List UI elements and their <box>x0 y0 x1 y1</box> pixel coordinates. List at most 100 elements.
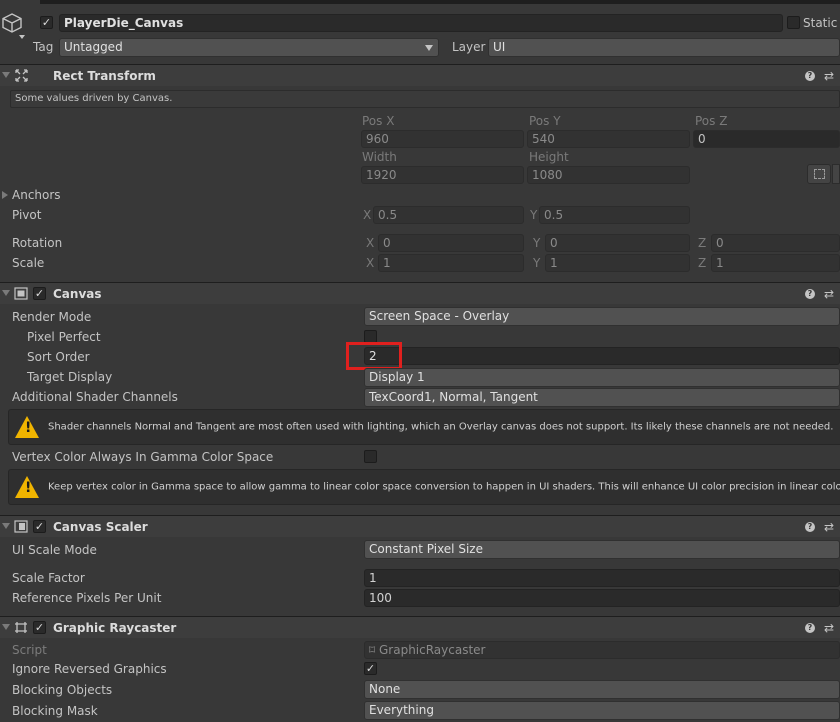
canvas-enabled-checkbox[interactable] <box>33 287 46 300</box>
warning-icon: ! <box>15 416 39 438</box>
pos-y-field: 540 <box>527 130 690 148</box>
settings-sliders-icon[interactable]: ⇄ <box>824 288 834 300</box>
ignore-reversed-checkbox[interactable] <box>364 662 377 675</box>
settings-sliders-icon[interactable]: ⇄ <box>824 521 834 533</box>
layer-value: UI <box>493 40 506 54</box>
rot-x-axis-label: X <box>366 236 375 250</box>
sort-order-highlight-box <box>346 342 402 370</box>
foldout-icon[interactable] <box>2 523 10 529</box>
settings-sliders-icon[interactable]: ⇄ <box>824 70 834 82</box>
scale-x-axis-label: X <box>366 256 375 270</box>
scale-factor-field[interactable]: 1 <box>364 569 840 587</box>
anchors-label[interactable]: Anchors <box>12 187 61 203</box>
help-icon[interactable]: ? <box>805 71 815 81</box>
graphic-raycaster-header[interactable]: Graphic Raycaster ? ⇄ <box>0 616 840 638</box>
canvas-icon <box>14 287 28 303</box>
top-strip <box>40 0 840 4</box>
gameobject-icon-dropdown-icon[interactable] <box>19 35 25 39</box>
blocking-objects-dropdown[interactable]: None <box>364 680 840 699</box>
shader-warning-text: Shader channels Normal and Tangent are m… <box>48 421 834 433</box>
warning-icon: ! <box>15 476 39 498</box>
canvas-title: Canvas <box>53 287 102 301</box>
graphic-raycaster-enabled-checkbox[interactable] <box>33 621 46 634</box>
tag-label: Tag <box>33 40 54 54</box>
gameobject-cube-icon <box>1 12 23 37</box>
raw-edit-button[interactable] <box>832 164 840 184</box>
pos-z-label: Pos Z <box>695 114 728 128</box>
vertex-color-label: Vertex Color Always In Gamma Color Space <box>12 450 274 464</box>
pos-x-label: Pos X <box>362 114 395 128</box>
canvas-scaler-icon <box>14 520 28 536</box>
scale-factor-label: Scale Factor <box>12 571 85 585</box>
height-field: 1080 <box>527 166 690 184</box>
pivot-label: Pivot <box>12 208 42 222</box>
rect-transform-title: Rect Transform <box>53 69 156 83</box>
vertex-color-checkbox[interactable] <box>364 450 377 463</box>
blocking-objects-label: Blocking Objects <box>12 683 113 697</box>
ref-pixels-label: Reference Pixels Per Unit <box>12 591 162 605</box>
script-file-icon: ⌑ <box>369 643 379 657</box>
rot-z-field: 0 <box>711 234 840 252</box>
target-display-label: Target Display <box>27 370 113 384</box>
driven-note-text: Some values driven by Canvas. <box>15 93 173 104</box>
ignore-reversed-label: Ignore Reversed Graphics <box>12 662 167 676</box>
render-mode-dropdown[interactable]: Screen Space - Overlay <box>364 307 840 326</box>
canvas-scaler-header[interactable]: Canvas Scaler ? ⇄ <box>0 515 840 537</box>
ref-pixels-field[interactable]: 100 <box>364 589 840 607</box>
pos-x-field: 960 <box>361 130 524 148</box>
rot-x-field: 0 <box>378 234 524 252</box>
width-field: 1920 <box>361 166 524 184</box>
tag-value: Untagged <box>64 40 123 54</box>
pos-z-field[interactable]: 0 <box>693 130 840 148</box>
anchors-foldout-icon[interactable] <box>2 191 8 199</box>
ui-scale-mode-label: UI Scale Mode <box>12 543 97 557</box>
static-label: Static <box>803 16 838 30</box>
script-field: ⌑ GraphicRaycaster <box>364 641 840 659</box>
rect-transform-header[interactable]: Rect Transform ? ⇄ <box>0 64 840 86</box>
pivot-y-field: 0.5 <box>539 206 690 224</box>
rot-y-field: 0 <box>545 234 690 252</box>
target-display-dropdown[interactable]: Display 1 <box>364 368 840 387</box>
shader-channels-label: Additional Shader Channels <box>12 390 178 404</box>
vertex-warning-text: Keep vertex color in Gamma space to allo… <box>48 481 840 493</box>
layer-dropdown[interactable]: UI <box>488 38 840 57</box>
foldout-icon[interactable] <box>2 624 10 630</box>
rot-y-axis-label: Y <box>533 236 541 250</box>
sort-order-field[interactable]: 2 <box>364 347 840 365</box>
blueprint-icon <box>814 169 825 179</box>
graphic-raycaster-title: Graphic Raycaster <box>53 621 177 635</box>
blueprint-mode-button[interactable] <box>807 164 831 184</box>
gameobject-active-checkbox[interactable] <box>40 16 53 29</box>
pivot-y-axis-label: Y <box>530 208 538 222</box>
tag-dropdown[interactable]: Untagged <box>59 38 439 57</box>
settings-sliders-icon[interactable]: ⇄ <box>824 622 834 634</box>
help-icon[interactable]: ? <box>805 522 815 532</box>
pixel-perfect-label: Pixel Perfect <box>27 330 101 344</box>
pivot-x-axis-label: X <box>363 208 372 222</box>
scale-z-axis-label: Z <box>698 256 707 270</box>
pos-y-label: Pos Y <box>529 114 561 128</box>
ui-scale-mode-dropdown[interactable]: Constant Pixel Size <box>364 540 840 559</box>
width-label: Width <box>362 150 397 164</box>
rotation-label: Rotation <box>12 236 63 250</box>
shader-channels-dropdown[interactable]: TexCoord1, Normal, Tangent <box>364 388 840 407</box>
chevron-down-icon <box>425 45 433 51</box>
graphic-raycaster-icon <box>14 621 28 637</box>
shader-warning-box: ! Shader channels Normal and Tangent are… <box>8 409 840 445</box>
script-label: Script <box>12 643 47 657</box>
rect-transform-icon <box>15 69 28 85</box>
foldout-icon[interactable] <box>2 72 10 78</box>
canvas-scaler-enabled-checkbox[interactable] <box>33 520 46 533</box>
vertex-warning-box: ! Keep vertex color in Gamma space to al… <box>8 469 840 505</box>
driven-note-box: Some values driven by Canvas. <box>10 90 840 108</box>
foldout-icon[interactable] <box>2 290 10 296</box>
script-name: GraphicRaycaster <box>378 643 486 657</box>
blocking-mask-dropdown[interactable]: Everything <box>364 701 840 720</box>
gameobject-name-field[interactable]: PlayerDie_Canvas <box>59 14 783 32</box>
help-icon[interactable]: ? <box>805 623 815 633</box>
scale-y-field: 1 <box>545 254 690 272</box>
canvas-header[interactable]: Canvas ? ⇄ <box>0 282 840 304</box>
static-checkbox[interactable] <box>787 16 800 29</box>
scale-y-axis-label: Y <box>533 256 541 270</box>
help-icon[interactable]: ? <box>805 289 815 299</box>
